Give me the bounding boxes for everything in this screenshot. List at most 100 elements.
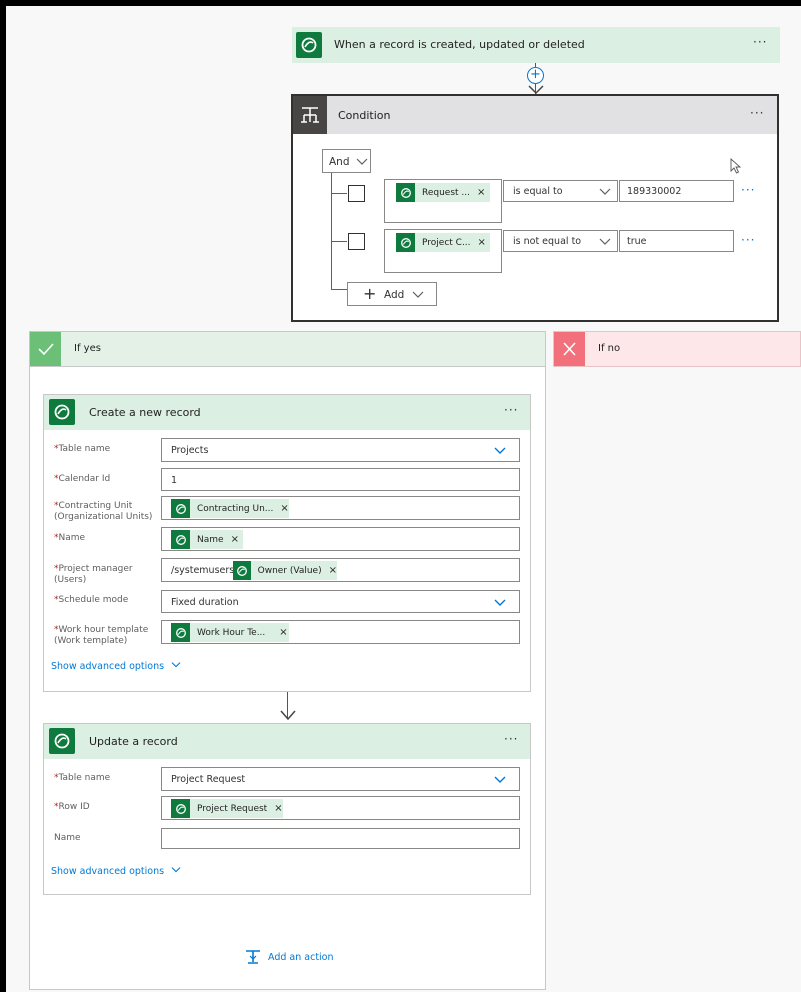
- chevron-down-icon: [171, 662, 181, 668]
- update-record-card: Update a record ··· *Table name Project …: [43, 723, 531, 895]
- field-label: *Schedule mode: [54, 595, 129, 605]
- create-record-menu-button[interactable]: ···: [504, 403, 518, 417]
- token-close-icon[interactable]: ×: [280, 503, 288, 514]
- check-icon: [30, 332, 61, 366]
- tree-line: [331, 241, 347, 242]
- field-label: *Project manager (Users): [54, 564, 133, 585]
- chevron-down-icon: [412, 291, 424, 298]
- row-2-operator-dropdown[interactable]: is not equal to: [503, 230, 618, 252]
- field-label: *Name: [54, 533, 86, 543]
- work-hour-token[interactable]: Work Hour Te... ×: [171, 623, 289, 642]
- dataverse-icon: [171, 499, 190, 518]
- show-advanced-options-link[interactable]: Show advanced options: [51, 866, 182, 877]
- owner-token-label: Owner (Value): [257, 565, 322, 576]
- row-1-operator: is equal to: [513, 186, 563, 197]
- calendar-id-input[interactable]: 1: [161, 468, 520, 491]
- field-label: *Table name: [54, 444, 111, 454]
- row-id-input[interactable]: Project Request ×: [161, 796, 520, 820]
- if-no-header[interactable]: If no: [553, 331, 801, 367]
- dataverse-icon: [171, 623, 190, 642]
- contracting-unit-input[interactable]: Contracting Un... ×: [161, 496, 520, 520]
- group-operator-value: And: [329, 156, 350, 168]
- create-record-card: Create a new record ··· *Table name Proj…: [43, 394, 531, 692]
- row-2-value-input[interactable]: true: [619, 230, 734, 252]
- if-yes-header[interactable]: If yes: [29, 331, 546, 367]
- trigger-title: When a record is created, updated or del…: [334, 38, 585, 51]
- token-close-icon[interactable]: ×: [477, 187, 485, 198]
- field-label: *Row ID: [54, 802, 90, 812]
- tree-line: [331, 289, 347, 290]
- token-close-icon[interactable]: ×: [279, 627, 287, 638]
- dataverse-icon: [49, 728, 75, 754]
- row-1-menu-button[interactable]: ···: [741, 183, 755, 197]
- contracting-unit-token[interactable]: Contracting Un... ×: [171, 499, 289, 518]
- update-record-menu-button[interactable]: ···: [504, 732, 518, 746]
- chevron-down-icon: [599, 238, 611, 245]
- if-no-title: If no: [598, 343, 621, 354]
- update-record-title: Update a record: [89, 735, 178, 748]
- name-token[interactable]: Name ×: [171, 530, 243, 549]
- dataverse-icon: [296, 32, 322, 58]
- field-label: *Table name: [54, 773, 111, 783]
- row-1-left-operand[interactable]: Request ... ×: [384, 179, 502, 223]
- update-table-name-value: Project Request: [171, 774, 246, 785]
- tree-line: [331, 173, 332, 289]
- project-manager-input[interactable]: /systemusers/ Owner (Value) ×: [161, 558, 520, 582]
- condition-card: Condition ··· And Request ... × is equal…: [291, 94, 779, 322]
- row-2-token-label: Project C...: [422, 237, 471, 248]
- row-1-value: 189330002: [627, 186, 682, 197]
- dataverse-icon: [171, 799, 190, 818]
- create-record-title: Create a new record: [89, 406, 201, 419]
- table-name-dropdown[interactable]: Projects: [161, 438, 520, 462]
- chevron-down-icon: [494, 599, 506, 606]
- row-1-value-input[interactable]: 189330002: [619, 180, 734, 202]
- add-condition-button[interactable]: + Add: [347, 282, 437, 306]
- row-1-checkbox[interactable]: [348, 185, 365, 202]
- tree-line: [331, 193, 347, 194]
- update-record-header[interactable]: Update a record ···: [44, 724, 530, 759]
- update-table-name-dropdown[interactable]: Project Request: [161, 767, 520, 791]
- update-name-input[interactable]: [161, 828, 520, 849]
- flow-canvas: When a record is created, updated or del…: [6, 6, 801, 992]
- field-label: *Calendar Id: [54, 474, 111, 484]
- row-2-token[interactable]: Project C... ×: [396, 233, 490, 252]
- row-1-operator-dropdown[interactable]: is equal to: [503, 180, 618, 202]
- work-hour-template-input[interactable]: Work Hour Te... ×: [161, 620, 520, 644]
- field-label: Name: [54, 833, 81, 843]
- create-record-header[interactable]: Create a new record ···: [44, 395, 530, 430]
- insert-step-plus-icon[interactable]: +: [527, 67, 544, 84]
- token-close-icon[interactable]: ×: [329, 565, 337, 576]
- owner-token[interactable]: Owner (Value) ×: [233, 561, 337, 580]
- name-input[interactable]: Name ×: [161, 527, 520, 551]
- token-close-icon[interactable]: ×: [274, 803, 282, 814]
- chevron-down-icon: [494, 776, 506, 783]
- token-close-icon[interactable]: ×: [231, 534, 239, 545]
- trigger-card[interactable]: When a record is created, updated or del…: [292, 27, 780, 63]
- row-2-left-operand[interactable]: Project C... ×: [384, 229, 502, 273]
- token-close-icon[interactable]: ×: [478, 237, 486, 248]
- dataverse-icon: [49, 399, 75, 425]
- if-yes-title: If yes: [74, 343, 101, 354]
- name-token-label: Name: [197, 534, 224, 545]
- row-2-checkbox[interactable]: [348, 233, 365, 250]
- condition-header[interactable]: Condition ···: [293, 96, 777, 134]
- row-2-menu-button[interactable]: ···: [741, 233, 755, 247]
- row-2-operator: is not equal to: [513, 236, 582, 247]
- row-1-token-label: Request ...: [422, 187, 471, 198]
- condition-title: Condition: [338, 109, 391, 122]
- chevron-down-icon: [356, 158, 368, 165]
- add-action-button[interactable]: Add an action: [244, 947, 334, 967]
- dataverse-icon: [396, 183, 415, 202]
- field-label: *Work hour template (Work template): [54, 625, 149, 646]
- row-id-token[interactable]: Project Request ×: [171, 799, 283, 818]
- trigger-menu-button[interactable]: ···: [753, 35, 767, 49]
- row-1-token[interactable]: Request ... ×: [396, 183, 490, 202]
- connector-arrow-icon: [280, 710, 296, 721]
- schedule-mode-dropdown[interactable]: Fixed duration: [161, 590, 520, 613]
- add-condition-label: Add: [384, 289, 405, 301]
- plus-icon: +: [363, 284, 377, 303]
- condition-menu-button[interactable]: ···: [750, 106, 764, 120]
- show-advanced-options-link[interactable]: Show advanced options: [51, 661, 182, 672]
- chevron-down-icon: [599, 188, 611, 195]
- group-operator-dropdown[interactable]: And: [322, 149, 371, 173]
